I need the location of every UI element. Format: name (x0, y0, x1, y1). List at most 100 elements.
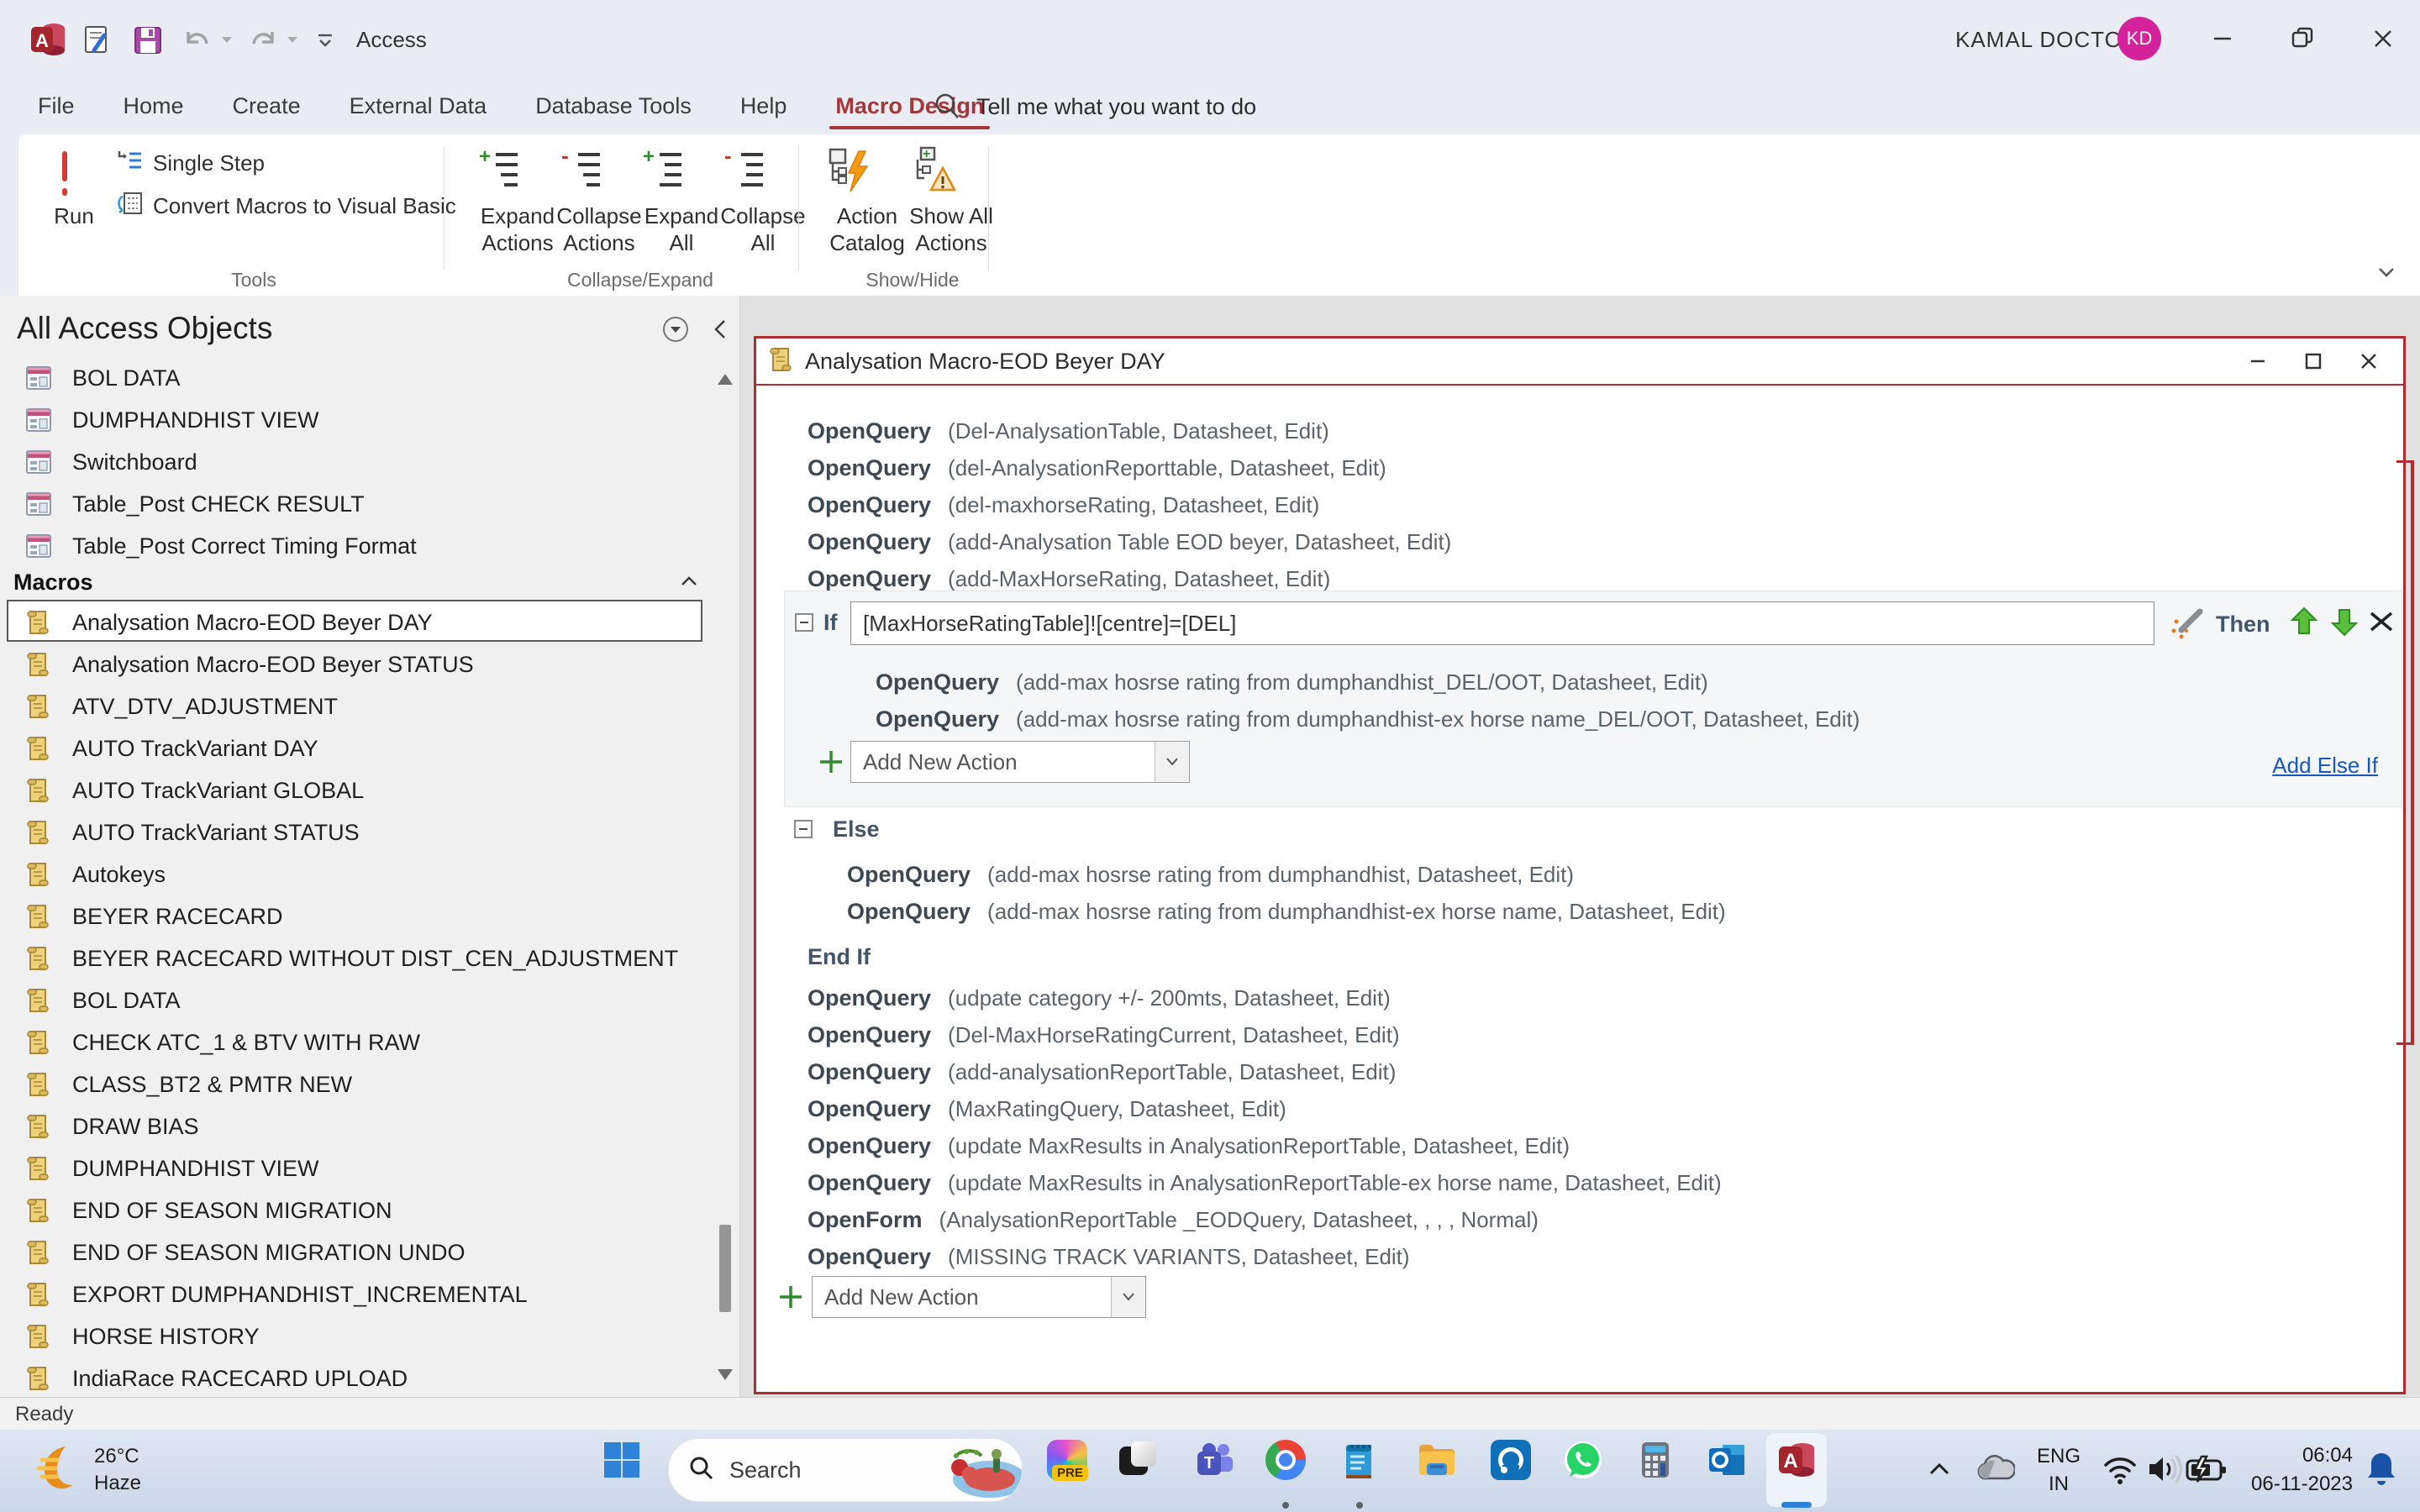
collapse-actions-icon[interactable]: - (560, 148, 603, 195)
language-indicator[interactable]: ENG IN (2032, 1442, 2086, 1498)
clock[interactable]: 06:04 06-11-2023 (2235, 1441, 2353, 1499)
collapse-ribbon-icon[interactable] (2371, 262, 2402, 284)
macro-action-row[interactable]: OpenQuery(add-max hosrse rating from dum… (847, 856, 1574, 893)
nav-item-macro[interactable]: EXPORT DUMPHANDHIST_INCREMENTAL (0, 1273, 716, 1315)
notebook-app-icon[interactable] (1339, 1440, 1380, 1480)
nav-item-macro[interactable]: END OF SEASON MIGRATION (0, 1189, 716, 1231)
macro-action-row[interactable]: OpenQuery(Del-MaxHorseRatingCurrent, Dat… (808, 1016, 1400, 1053)
macro-action-row[interactable]: OpenQuery(udpate category +/- 200mts, Da… (808, 979, 1391, 1016)
end-if-row[interactable]: End If (808, 938, 871, 975)
macro-action-row[interactable]: OpenForm(AnalysationReportTable _EODQuer… (808, 1201, 1539, 1238)
combo-dropdown-icon[interactable] (1111, 1277, 1145, 1317)
macro-close-button[interactable] (2341, 341, 2396, 381)
nav-item-macro[interactable]: Autokeys (0, 853, 716, 895)
else-row[interactable]: Else (794, 811, 880, 848)
alexa-icon[interactable] (1491, 1440, 1531, 1480)
expand-actions-icon[interactable]: + (477, 148, 521, 195)
save-icon[interactable] (131, 24, 165, 57)
nav-item-form[interactable]: DUMPHANDHIST VIEW (0, 399, 716, 441)
macro-action-row[interactable]: OpenQuery(add-analysationReportTable, Da… (808, 1053, 1396, 1090)
tab-file[interactable]: File (13, 77, 99, 134)
delete-if-icon[interactable] (2366, 606, 2396, 641)
minimize-button[interactable] (2197, 13, 2248, 64)
search-input[interactable]: Search (668, 1438, 1023, 1502)
search-icon[interactable] (931, 90, 965, 123)
macro-action-row[interactable]: OpenQuery(MISSING TRACK VARIANTS, Datash… (808, 1238, 1410, 1275)
run-button[interactable]: Run (47, 203, 101, 227)
macro-action-row[interactable]: OpenQuery(Del-AnalysationTable, Datashee… (808, 412, 1329, 449)
user-name[interactable]: KAMAL DOCTOR (1955, 27, 2139, 53)
tray-expand-icon[interactable] (1924, 1455, 1954, 1488)
if-condition-input[interactable]: [MaxHorseRatingTable]![centre]=[DEL] (850, 601, 2154, 645)
tell-me-box[interactable]: Tell me what you want to do (976, 94, 1256, 120)
run-icon[interactable] (59, 150, 71, 197)
nav-item-macro[interactable]: IndiaRace RACECARD UPLOAD (0, 1357, 716, 1399)
nav-menu-dropdown-icon[interactable] (660, 314, 691, 344)
add-new-action-combo[interactable]: Add New Action (812, 1276, 1146, 1318)
scroll-down-icon[interactable] (718, 1369, 733, 1380)
tab-home[interactable]: Home (99, 77, 208, 134)
nav-item-macro[interactable]: CHECK ATC_1 & BTV WITH RAW (0, 1021, 716, 1063)
tab-external-data[interactable]: External Data (325, 77, 512, 134)
restore-button[interactable] (2277, 13, 2328, 64)
close-button[interactable] (2358, 13, 2408, 64)
calculator-icon[interactable] (1635, 1440, 1676, 1480)
convert-macros-button[interactable]: Convert Macros to Visual Basic (116, 190, 456, 223)
start-button[interactable] (602, 1440, 642, 1480)
scrollbar-thumb[interactable] (719, 1225, 731, 1312)
scroll-up-icon[interactable] (718, 374, 733, 385)
collapse-if-icon[interactable] (795, 613, 813, 632)
collapse-else-icon[interactable] (794, 820, 813, 838)
access-taskbar-icon[interactable]: A (1776, 1440, 1817, 1480)
nav-item-macro[interactable]: AUTO TrackVariant DAY (0, 727, 716, 769)
macro-action-row[interactable]: OpenQuery(add-max hosrse rating from dum… (876, 664, 1708, 701)
avatar[interactable]: KD (2118, 17, 2161, 60)
collapse-all-button[interactable]: Collapse (708, 203, 818, 227)
nav-item-form[interactable]: Table_Post Correct Timing Format (0, 525, 716, 567)
chrome-icon[interactable] (1265, 1440, 1306, 1480)
overlapping-squares-app-icon[interactable] (1118, 1440, 1158, 1480)
add-action-plus-icon[interactable] (818, 749, 844, 774)
nav-item-macro[interactable]: BEYER RACECARD WITHOUT DIST_CEN_ADJUSTME… (0, 937, 716, 979)
nav-item-macro[interactable]: AUTO TrackVariant STATUS (0, 811, 716, 853)
nav-item-macro[interactable]: DUMPHANDHIST VIEW (0, 1147, 716, 1189)
undo-icon[interactable] (180, 25, 215, 55)
outlook-icon[interactable] (1707, 1440, 1748, 1480)
macro-window-titlebar[interactable]: Analysation Macro-EOD Beyer DAY (756, 339, 2403, 386)
nav-item-macro[interactable]: HORSE HISTORY (0, 1315, 716, 1357)
collapse-all-icon[interactable]: - (723, 148, 766, 195)
macro-action-row[interactable]: OpenQuery(update MaxResults in Analysati… (808, 1127, 1570, 1164)
file-explorer-icon[interactable] (1417, 1440, 1457, 1480)
add-action-plus-icon[interactable] (778, 1284, 803, 1310)
macro-action-row[interactable]: OpenQuery(update MaxResults in Analysati… (808, 1164, 1722, 1201)
nav-scrollbar[interactable] (716, 357, 734, 1397)
wifi-icon[interactable] (2101, 1452, 2139, 1491)
action-catalog-icon[interactable] (827, 146, 874, 197)
add-else-if-link[interactable]: Add Else If (2272, 753, 2378, 779)
show-all-actions-icon[interactable]: + (911, 146, 958, 197)
redo-icon[interactable] (245, 25, 281, 55)
nav-item-macro[interactable]: AUTO TrackVariant GLOBAL (0, 769, 716, 811)
nav-item-form[interactable]: Switchboard (0, 441, 716, 483)
expression-builder-icon[interactable] (2170, 605, 2207, 646)
nav-item-macro[interactable]: BOL DATA (0, 979, 716, 1021)
nav-item-form[interactable]: Table_Post CHECK RESULT (0, 483, 716, 525)
macro-action-row[interactable]: OpenQuery(add-max hosrse rating from dum… (847, 893, 1726, 930)
single-step-button[interactable]: Single Step (116, 148, 265, 179)
macro-maximize-button[interactable] (2286, 341, 2341, 381)
nav-item-macro[interactable]: END OF SEASON MIGRATION UNDO (0, 1231, 716, 1273)
battery-icon[interactable] (2185, 1453, 2228, 1489)
tab-database-tools[interactable]: Database Tools (511, 77, 716, 134)
macro-action-row[interactable]: OpenQuery(del-maxhorseRating, Datasheet,… (808, 486, 1319, 523)
move-down-icon[interactable] (2328, 605, 2361, 643)
macro-action-row[interactable]: OpenQuery(del-AnalysationReporttable, Da… (808, 449, 1386, 486)
weather-widget[interactable]: 26°C Haze (32, 1440, 250, 1500)
nav-group-macros[interactable]: Macros (0, 563, 716, 601)
macro-action-row[interactable]: OpenQuery(add-Analysation Table EOD beye… (808, 523, 1451, 560)
nav-item-macro-selected[interactable]: Analysation Macro-EOD Beyer DAY (0, 601, 716, 643)
nav-item-macro[interactable]: CLASS_BT2 & PMTR NEW (0, 1063, 716, 1105)
tab-help[interactable]: Help (716, 77, 812, 134)
redo-dropdown-caret[interactable] (287, 37, 297, 43)
combo-dropdown-icon[interactable] (1155, 742, 1189, 782)
copilot-icon[interactable]: PRE (1047, 1440, 1087, 1480)
